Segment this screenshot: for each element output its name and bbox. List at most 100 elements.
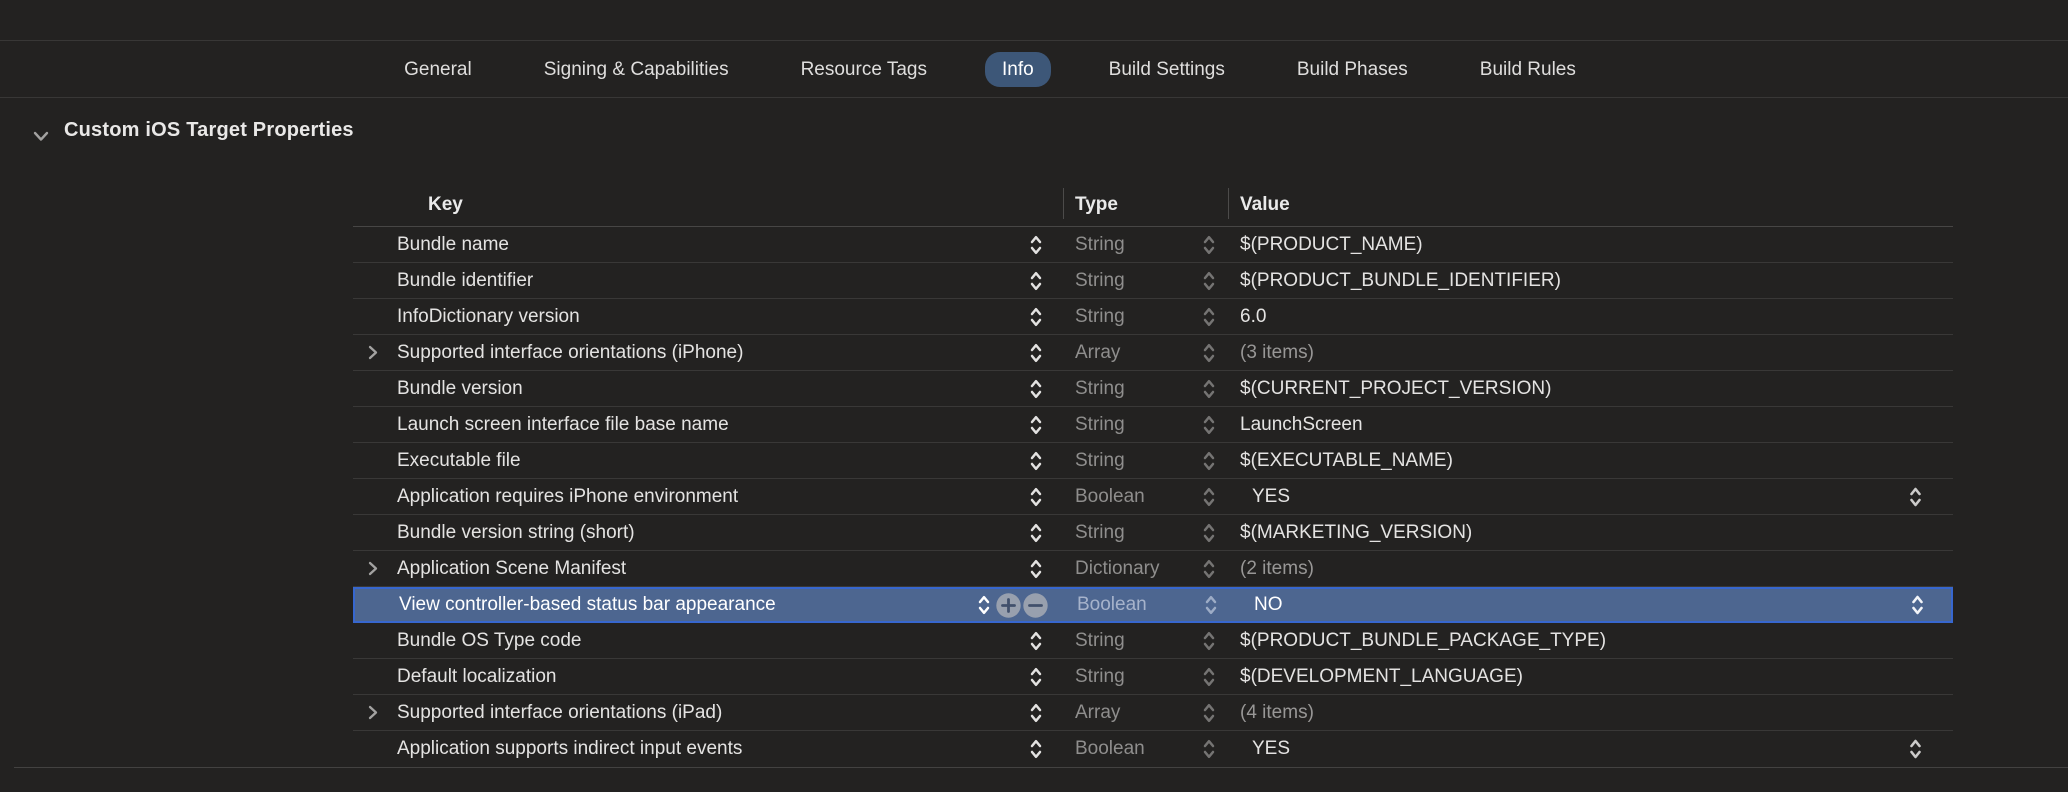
key-stepper-icon[interactable] xyxy=(1027,443,1045,478)
row-key: Application Scene Manifest xyxy=(397,551,626,586)
tab-build-phases[interactable]: Build Phases xyxy=(1283,52,1422,87)
key-stepper-icon[interactable] xyxy=(1027,731,1045,767)
key-stepper-icon[interactable] xyxy=(1027,263,1045,298)
key-stepper-icon[interactable] xyxy=(1027,335,1045,370)
table-row[interactable]: Application supports indirect input even… xyxy=(353,731,1953,767)
row-key: InfoDictionary version xyxy=(397,299,580,334)
key-stepper-icon[interactable] xyxy=(975,589,993,621)
row-value: $(PRODUCT_NAME) xyxy=(1240,227,1423,262)
type-stepper-icon[interactable] xyxy=(1200,659,1218,694)
key-stepper-icon[interactable] xyxy=(1027,227,1045,262)
type-stepper-icon[interactable] xyxy=(1202,589,1220,621)
key-stepper-icon[interactable] xyxy=(1027,371,1045,406)
key-stepper-icon[interactable] xyxy=(1027,623,1045,658)
column-divider[interactable] xyxy=(1063,188,1064,219)
disclosure-chevron-icon[interactable] xyxy=(361,695,383,730)
type-stepper-icon[interactable] xyxy=(1200,695,1218,730)
key-stepper-icon[interactable] xyxy=(1027,659,1045,694)
add-row-button[interactable] xyxy=(995,589,1022,621)
row-key: Bundle identifier xyxy=(397,263,533,298)
key-stepper-icon[interactable] xyxy=(1027,479,1045,514)
table-row[interactable]: Bundle identifierString$(PRODUCT_BUNDLE_… xyxy=(353,263,1953,299)
table-row[interactable]: Launch screen interface file base nameSt… xyxy=(353,407,1953,443)
row-type: Boolean xyxy=(1077,589,1147,621)
row-value: NO xyxy=(1254,589,1283,621)
row-type: Array xyxy=(1075,335,1120,370)
row-type: String xyxy=(1075,623,1125,658)
type-stepper-icon[interactable] xyxy=(1200,515,1218,550)
section-title: Custom iOS Target Properties xyxy=(64,119,354,142)
table-row[interactable]: Bundle nameString$(PRODUCT_NAME) xyxy=(353,227,1953,263)
row-value: $(CURRENT_PROJECT_VERSION) xyxy=(1240,371,1551,406)
table-row[interactable]: Supported interface orientations (iPhone… xyxy=(353,335,1953,371)
key-stepper-icon[interactable] xyxy=(1027,551,1045,586)
type-stepper-icon[interactable] xyxy=(1200,263,1218,298)
table-row[interactable]: Bundle version string (short)String$(MAR… xyxy=(353,515,1953,551)
remove-row-button[interactable] xyxy=(1022,589,1049,621)
tab-build-settings[interactable]: Build Settings xyxy=(1095,52,1239,87)
tab-general[interactable]: General xyxy=(390,52,486,87)
row-value: (4 items) xyxy=(1240,695,1314,730)
table-row[interactable]: Application requires iPhone environmentB… xyxy=(353,479,1953,515)
type-stepper-icon[interactable] xyxy=(1200,299,1218,334)
chevron-down-icon[interactable] xyxy=(30,125,52,152)
row-key: Executable file xyxy=(397,443,521,478)
row-type: String xyxy=(1075,407,1125,442)
section-header: Custom iOS Target Properties xyxy=(0,116,2068,156)
key-stepper-icon[interactable] xyxy=(1027,299,1045,334)
table-row[interactable]: InfoDictionary version String 6.0 xyxy=(353,299,1953,335)
tab-resource-tags[interactable]: Resource Tags xyxy=(787,52,941,87)
row-type: Array xyxy=(1075,695,1120,730)
value-popup-chevron-icon[interactable] xyxy=(1907,589,1927,621)
row-value: YES xyxy=(1252,479,1290,514)
type-stepper-icon[interactable] xyxy=(1200,731,1218,767)
row-key: Application supports indirect input even… xyxy=(397,731,742,767)
row-key: Supported interface orientations (iPhone… xyxy=(397,335,743,370)
type-stepper-icon[interactable] xyxy=(1200,479,1218,514)
row-key: Bundle version string (short) xyxy=(397,515,635,550)
table-header-row: Key Type Value xyxy=(353,183,1953,227)
type-stepper-icon[interactable] xyxy=(1200,227,1218,262)
key-stepper-icon[interactable] xyxy=(1027,515,1045,550)
type-stepper-icon[interactable] xyxy=(1200,371,1218,406)
key-stepper-icon[interactable] xyxy=(1027,695,1045,730)
column-divider[interactable] xyxy=(1228,188,1229,219)
value-popup-chevron-icon[interactable] xyxy=(1905,731,1925,767)
property-list-table: Key Type Value Bundle nameString$(PRODUC… xyxy=(353,183,1953,767)
disclosure-chevron-icon[interactable] xyxy=(361,335,383,370)
table-row[interactable]: Executable fileString$(EXECUTABLE_NAME) xyxy=(353,443,1953,479)
table-row[interactable]: View controller-based status bar appeara… xyxy=(353,587,1953,623)
type-stepper-icon[interactable] xyxy=(1200,551,1218,586)
row-value: $(EXECUTABLE_NAME) xyxy=(1240,443,1453,478)
value-popup-chevron-icon[interactable] xyxy=(1905,479,1925,514)
type-stepper-icon[interactable] xyxy=(1200,443,1218,478)
tab-signing-capabilities[interactable]: Signing & Capabilities xyxy=(530,52,743,87)
row-type: Boolean xyxy=(1075,479,1145,514)
table-row[interactable]: Supported interface orientations (iPad)A… xyxy=(353,695,1953,731)
type-stepper-icon[interactable] xyxy=(1200,407,1218,442)
row-value: $(DEVELOPMENT_LANGUAGE) xyxy=(1240,659,1523,694)
row-type: String xyxy=(1075,299,1125,334)
xcode-target-editor: General Signing & Capabilities Resource Ta… xyxy=(0,0,2068,792)
row-type: String xyxy=(1075,227,1125,262)
editor-tab-bar: General Signing & Capabilities Resource Ta… xyxy=(0,41,2024,97)
row-value: (3 items) xyxy=(1240,335,1314,370)
row-key: Bundle OS Type code xyxy=(397,623,582,658)
type-stepper-icon[interactable] xyxy=(1200,335,1218,370)
row-value: LaunchScreen xyxy=(1240,407,1363,442)
row-key: View controller-based status bar appeara… xyxy=(399,589,776,621)
row-type: String xyxy=(1075,371,1125,406)
tab-build-rules[interactable]: Build Rules xyxy=(1466,52,1590,87)
row-value: YES xyxy=(1252,731,1290,767)
table-row[interactable]: Bundle versionString$(CURRENT_PROJECT_VE… xyxy=(353,371,1953,407)
table-body: Bundle nameString$(PRODUCT_NAME)Bundle i… xyxy=(353,227,1953,767)
key-stepper-icon[interactable] xyxy=(1027,407,1045,442)
type-stepper-icon[interactable] xyxy=(1200,623,1218,658)
tab-info[interactable]: Info xyxy=(985,52,1051,87)
table-row[interactable]: Bundle OS Type codeString$(PRODUCT_BUNDL… xyxy=(353,623,1953,659)
table-row[interactable]: Application Scene ManifestDictionary(2 i… xyxy=(353,551,1953,587)
row-type: String xyxy=(1075,263,1125,298)
disclosure-chevron-icon[interactable] xyxy=(361,551,383,586)
row-value: 6.0 xyxy=(1240,299,1266,334)
table-row[interactable]: Default localizationString$(DEVELOPMENT_… xyxy=(353,659,1953,695)
